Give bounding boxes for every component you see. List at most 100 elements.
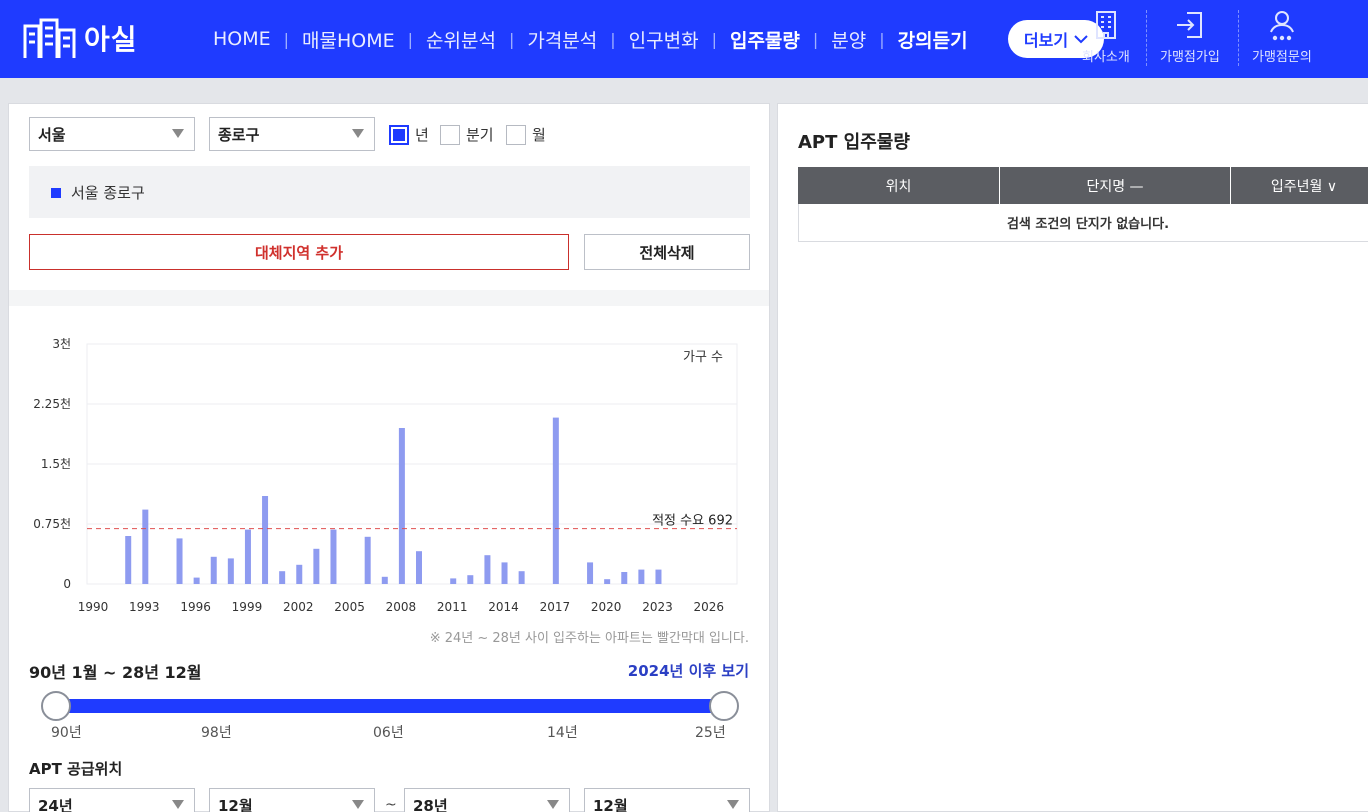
selected-region-tag[interactable]: 서울 종로구 [51,182,145,203]
franchise-join-link[interactable]: 가맹점가입 [1160,8,1220,65]
bar [176,538,183,584]
checkbox-box[interactable] [506,124,526,145]
bar [262,496,269,584]
bar [398,428,405,584]
move-in-supply-chart: 0 0.75천 1.5천 2.25천 3천 1990 1993 1996 1999 2002 200… [33,336,738,614]
bar [638,569,645,584]
bar [330,529,337,584]
bar [244,529,251,584]
from-year-value: 24년 [38,796,73,812]
brand-name: 아실 [84,23,138,56]
bar [467,575,474,584]
x-tick-label: 1993 [129,600,160,614]
main-menu: HOME | 매물HOME | 순위분석 | 가격분석 | 인구변화 | 입주물량 | 분양 | 강의듣기 [200,24,981,54]
franchise-join-label: 가맹점가입 [1160,50,1220,65]
range-end-handle[interactable] [709,691,739,721]
bar [381,576,388,584]
city-select-value: 서울 [38,125,66,144]
checkbox-box[interactable] [389,124,409,145]
supply-analysis-panel: 서울 종로구 년 분기 월 서울 종로구 대체지역 추가 전체삭제 0 0.75천 1.… [8,103,770,812]
bar [210,556,217,584]
x-tick-label: 2020 [591,600,622,614]
caret-down-icon [172,129,184,138]
x-tick-label: 2017 [540,600,571,614]
selected-region-area: 서울 종로구 [29,166,750,218]
reference-line-label: 적정 수요 692 [652,514,733,529]
checkbox-box[interactable] [440,124,460,145]
building-logo-icon [23,18,76,58]
y-tick-label: 3천 [52,336,71,351]
nav-item[interactable]: 순위분석 [413,26,509,53]
to-month-select[interactable]: 12월 [584,788,750,812]
period-checkbox[interactable]: 년 [389,124,429,145]
caret-down-icon [172,800,184,809]
x-tick-label: 2014 [488,600,519,614]
to-month-value: 12월 [593,796,628,812]
district-select-value: 종로구 [218,125,260,144]
caret-down-icon [352,129,364,138]
bar [227,558,234,584]
y-axis-label: 가구 수 [683,350,723,365]
apt-move-in-list-panel: APT 입주물량 위치 단지명 — 입주년월 ∨ 검색 조건의 단지가 없습니다. [777,103,1368,812]
period-checkbox-label: 월 [532,126,546,144]
sign-in-icon [1176,12,1202,38]
nav-item[interactable]: 인구변화 [616,26,712,53]
bar [125,536,132,584]
slider-tick-label: 90년 [51,725,82,741]
bar [518,571,525,584]
bar [604,579,611,584]
nav-item[interactable]: 입주물량 [717,26,813,53]
empty-result-message: 검색 조건의 단지가 없습니다. [798,204,1368,242]
period-checkbox[interactable]: 월 [506,124,546,145]
apt-move-in-table: 위치 단지명 — 입주년월 ∨ 검색 조건의 단지가 없습니다. [798,167,1368,242]
date-range-slider-track[interactable] [56,699,724,713]
y-tick-label: 2.25천 [33,396,71,411]
nav-item[interactable]: 가격분석 [514,26,610,53]
x-tick-label: 2023 [642,600,673,614]
caret-down-icon [547,800,559,809]
from-month-select[interactable]: 12월 [209,788,375,812]
x-tick-label: 1996 [180,600,211,614]
table-column-header[interactable]: 입주년월 ∨ [1231,167,1368,204]
view-after-2024-link[interactable]: 2024년 이후 보기 [628,660,749,681]
utility-divider [1146,10,1147,66]
city-select[interactable]: 서울 [29,117,195,151]
district-select[interactable]: 종로구 [209,117,375,151]
period-checkbox[interactable]: 분기 [440,124,494,145]
nav-item[interactable]: 분양 [818,26,879,53]
slider-tick-label: 25년 [695,725,726,741]
clear-all-button[interactable]: 전체삭제 [584,234,750,270]
nav-item[interactable]: 강의듣기 [885,26,981,53]
from-month-value: 12월 [218,796,253,812]
x-tick-label: 2026 [694,600,725,614]
to-year-value: 28년 [413,796,448,812]
company-info-link[interactable]: 회사소개 [1082,8,1130,65]
add-alternate-region-button[interactable]: 대체지역 추가 [29,234,569,270]
table-column-header[interactable]: 단지명 — [1000,167,1231,204]
apt-supply-location-title: APT 공급위치 [29,760,123,778]
selected-region-label: 서울 종로구 [71,184,145,202]
bar [364,536,371,584]
bar [142,509,149,584]
building-icon [1095,11,1116,39]
from-year-select[interactable]: 24년 [29,788,195,812]
bar [193,577,200,584]
more-menu-label: 더보기 [1023,33,1069,50]
series-color-swatch [51,187,61,198]
slider-tick-label: 14년 [547,725,578,741]
range-start-handle[interactable] [41,691,71,721]
table-column-header[interactable]: 위치 [798,167,1000,204]
nav-item[interactable]: 매물HOME [289,26,408,53]
brand-logo[interactable]: 아실 [22,16,138,60]
user-stars-icon [1269,11,1294,41]
bar [313,548,320,584]
bar [587,562,594,584]
bar [450,578,457,584]
nav-item[interactable]: HOME [200,28,284,50]
franchise-inquiry-link[interactable]: 가맹점문의 [1252,8,1312,65]
to-year-select[interactable]: 28년 [404,788,570,812]
period-checkbox-label: 년 [415,126,429,144]
table-header-row: 위치 단지명 — 입주년월 ∨ [798,167,1368,204]
bar [552,417,559,584]
period-checkbox-label: 분기 [466,126,494,144]
